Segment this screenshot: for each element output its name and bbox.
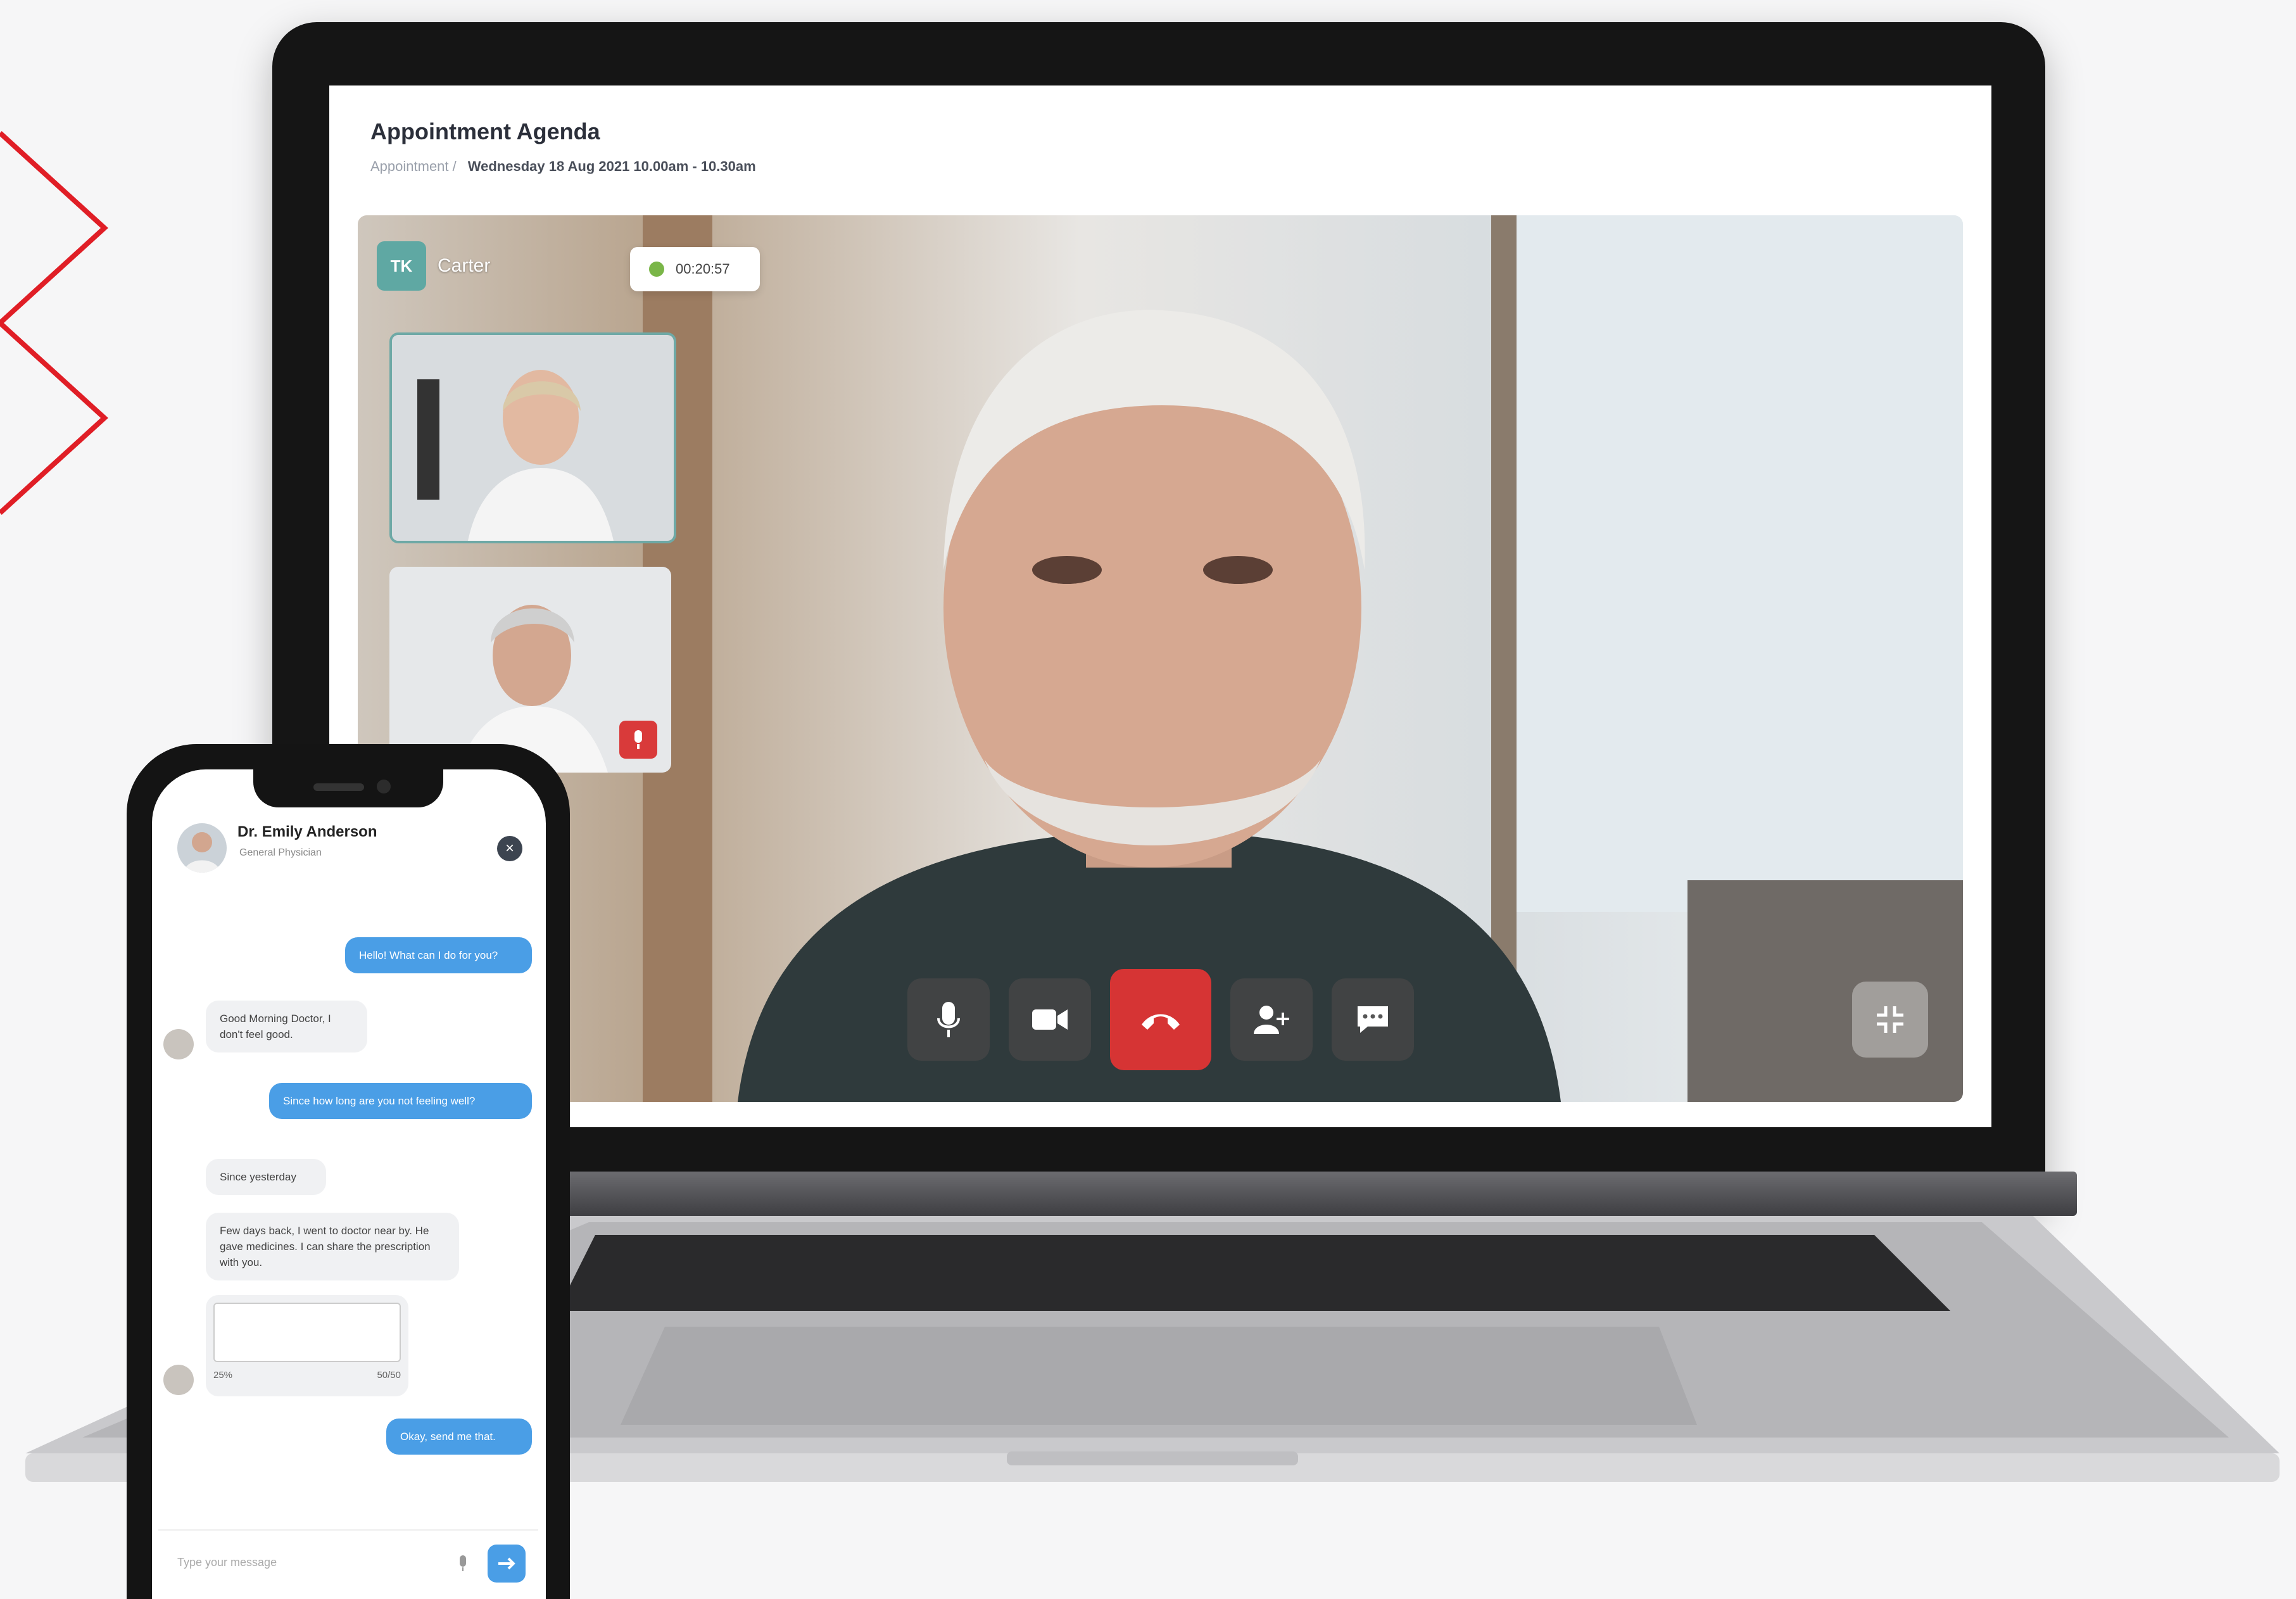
mic-button[interactable]	[907, 978, 990, 1061]
attachment-right-value: 50/50	[377, 1370, 401, 1381]
chat-message: Good Morning Doctor, I don't feel good.	[206, 1001, 367, 1052]
participant-avatar: TK	[377, 241, 426, 291]
participant-label: TK Carter	[377, 241, 490, 291]
add-person-icon	[1253, 1006, 1289, 1034]
send-button[interactable]	[488, 1545, 526, 1583]
fullscreen-toggle-button[interactable]	[1852, 982, 1928, 1058]
chat-message: Few days back, I went to doctor near by.…	[206, 1213, 459, 1280]
laptop-screen: Appointment Agenda Appointment / Wednesda…	[329, 85, 1991, 1127]
phone-notch	[253, 769, 443, 807]
prescription-image	[213, 1303, 401, 1362]
breadcrumb-detail: Wednesday 18 Aug 2021 10.00am - 10.30am	[467, 158, 756, 174]
add-participant-button[interactable]	[1230, 978, 1313, 1061]
participant-name: Carter	[438, 255, 491, 276]
chat-message: Since how long are you not feeling well?	[269, 1083, 532, 1119]
live-status-dot	[649, 262, 664, 277]
mic-icon[interactable]	[457, 1555, 469, 1572]
message-input[interactable]: Type your message	[177, 1556, 277, 1569]
phone-screen: Dr. Emily Anderson General Physician × H…	[152, 769, 546, 1599]
close-icon: ×	[505, 840, 514, 857]
close-chat-button[interactable]: ×	[497, 836, 522, 861]
breadcrumb-root[interactable]: Appointment /	[370, 158, 457, 174]
call-duration: 00:20:57	[676, 261, 730, 277]
female-doctor-video-image	[392, 335, 674, 541]
doctor-video-tile[interactable]	[389, 332, 676, 543]
video-button[interactable]	[1008, 978, 1091, 1061]
prescription-attachment[interactable]: 25% 50/50	[206, 1295, 408, 1396]
chat-button[interactable]	[1331, 978, 1414, 1061]
chat-header: Dr. Emily Anderson General Physician ×	[165, 817, 532, 887]
doctor-chat-avatar	[163, 1029, 194, 1059]
chat-message: Okay, send me that.	[386, 1419, 532, 1455]
chat-message: Since yesterday	[206, 1159, 326, 1195]
chat-message: Hello! What can I do for you?	[345, 937, 532, 973]
end-call-icon	[1141, 1014, 1180, 1030]
send-arrow-icon	[498, 1557, 515, 1570]
page-title: Appointment Agenda	[370, 118, 600, 144]
collapse-fullscreen-icon	[1877, 1006, 1903, 1033]
doctor-name: Dr. Emily Anderson	[237, 823, 377, 840]
call-timer: 00:20:57	[630, 247, 760, 291]
mic-icon	[937, 1002, 960, 1037]
remote-video-tile[interactable]	[389, 567, 671, 773]
attachment-left-value: 25%	[213, 1370, 233, 1381]
breadcrumb: Appointment / Wednesday 18 Aug 2021 10.00…	[370, 158, 756, 175]
doctor-chat-avatar	[163, 1365, 194, 1395]
end-call-button[interactable]	[1109, 969, 1211, 1070]
chat-icon	[1357, 1006, 1388, 1033]
video-camera-icon	[1031, 1009, 1068, 1030]
message-input-bar[interactable]: Type your message	[158, 1529, 538, 1594]
doctor-role: General Physician	[239, 847, 322, 858]
mic-icon	[634, 730, 642, 749]
call-controls	[358, 969, 1963, 1070]
doctor-avatar	[177, 823, 227, 873]
muted-mic-indicator	[619, 721, 657, 759]
main-video-feed: TK Carter 00:20:57	[358, 215, 1963, 1102]
